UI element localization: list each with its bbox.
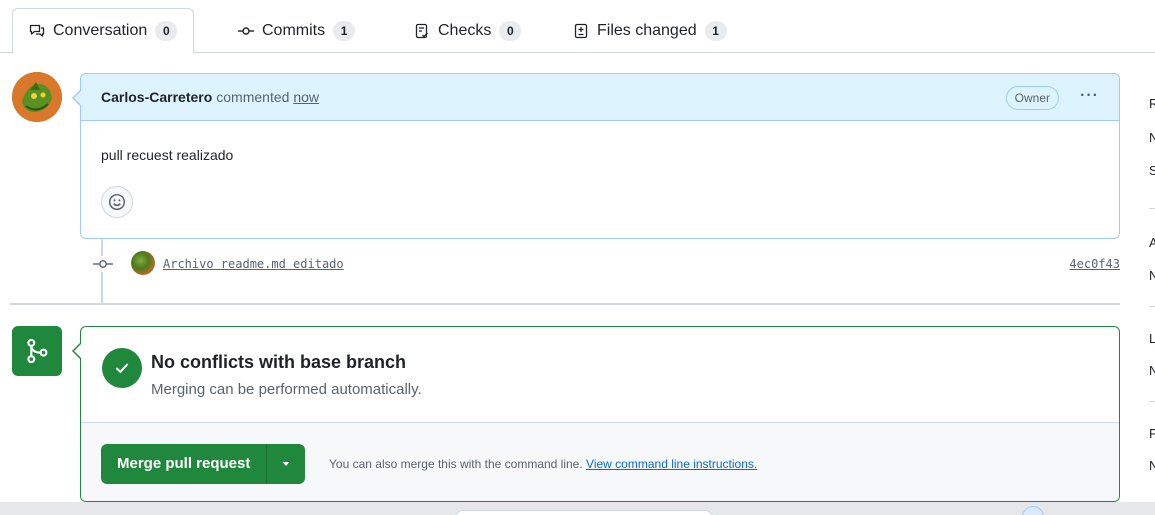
merge-footer: Merge pull request You can also merge th… — [81, 422, 1119, 501]
sidebar-text: N — [1149, 268, 1155, 283]
sidebar-text: S — [1149, 163, 1155, 178]
owner-badge: Owner — [1005, 86, 1059, 110]
tab-files-changed[interactable]: Files changed 1 — [557, 8, 743, 53]
sidebar-divider — [1149, 401, 1155, 402]
sidebar-text: N — [1149, 363, 1155, 378]
merge-hint: You can also merge this with the command… — [329, 457, 757, 471]
git-commit-icon — [238, 26, 254, 35]
author-avatar[interactable] — [12, 72, 62, 122]
merge-pointer-fill — [74, 344, 81, 358]
merge-box: No conflicts with base branch Merging ca… — [80, 326, 1120, 502]
comment-discussion-icon — [29, 24, 45, 37]
commit-sha-link[interactable]: 4ec0f43 — [1069, 257, 1120, 271]
sidebar-reviewers-heading[interactable]: R — [1149, 96, 1155, 111]
comment-meta: commented now — [216, 89, 319, 105]
merge-options-dropdown[interactable] — [267, 444, 305, 484]
comment-author[interactable]: Carlos-Carretero — [101, 89, 212, 105]
sidebar-divider — [1149, 208, 1155, 209]
add-reaction-button[interactable] — [101, 186, 133, 218]
tab-label: Checks — [438, 21, 492, 39]
tab-counter: 0 — [499, 20, 522, 41]
merge-status-title: No conflicts with base branch — [151, 352, 407, 372]
commit-author-avatar[interactable] — [131, 251, 155, 275]
comment-header: Carlos-Carretero commented now — [81, 74, 1119, 121]
git-merge-icon — [12, 326, 62, 376]
check-circle-icon — [102, 348, 142, 388]
triangle-down-icon — [282, 462, 290, 466]
sidebar-assignees-heading[interactable]: A — [1149, 235, 1155, 250]
tab-counter: 1 — [704, 20, 727, 41]
tab-label: Files changed — [597, 21, 697, 39]
bottom-pill[interactable] — [455, 510, 713, 515]
merge-hint-text: You can also merge this with the command… — [329, 457, 583, 471]
merge-button-group: Merge pull request — [101, 444, 306, 484]
pr-tabs: Conversation 0 Commits 1 Checks 0 Files … — [0, 0, 1155, 54]
check-icon — [115, 363, 129, 373]
checklist-icon — [415, 23, 428, 38]
kebab-horizontal-icon[interactable]: ··· — [1080, 87, 1099, 105]
commit-message-link[interactable]: Archivo readme.md editado — [163, 257, 344, 271]
merge-pull-request-button[interactable]: Merge pull request — [101, 444, 268, 484]
comment-time-link[interactable]: now — [293, 89, 319, 105]
comment-card: Carlos-Carretero commented now Owner ···… — [80, 73, 1120, 239]
timeline-divider — [10, 303, 1120, 305]
tab-checks[interactable]: Checks 0 — [398, 8, 537, 53]
tab-counter: 0 — [155, 21, 178, 41]
comment-pointer-fill — [74, 91, 81, 105]
sidebar-divider — [1149, 306, 1155, 307]
tab-commits[interactable]: Commits 1 — [222, 8, 371, 53]
comment-action: commented — [216, 89, 290, 105]
sidebar-labels-heading[interactable]: L — [1149, 331, 1155, 346]
git-merge-glyph — [27, 338, 48, 364]
tab-label: Conversation — [53, 22, 148, 39]
merge-status-subtitle: Merging can be performed automatically. — [151, 381, 422, 398]
sidebar-text: N — [1149, 458, 1155, 473]
tab-counter: 1 — [333, 20, 356, 41]
file-diff-icon — [574, 23, 588, 38]
smiley-icon — [108, 193, 126, 211]
tab-label: Commits — [262, 21, 326, 39]
tab-conversation[interactable]: Conversation 0 — [12, 8, 195, 54]
timeline-commit: Archivo readme.md editado 4ec0f43 — [88, 250, 1120, 278]
git-commit-icon — [90, 256, 116, 272]
sidebar-projects-heading[interactable]: P — [1149, 426, 1155, 441]
sidebar-text: N — [1149, 130, 1155, 145]
command-line-instructions-link[interactable]: View command line instructions. — [586, 457, 757, 471]
avatar-image — [12, 72, 62, 122]
comment-body: pull recuest realizado — [101, 147, 234, 163]
